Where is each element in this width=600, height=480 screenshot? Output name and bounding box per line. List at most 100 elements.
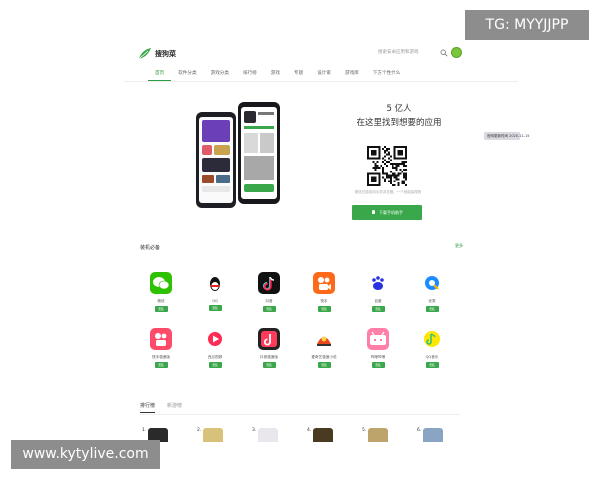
- kuaishou-icon[interactable]: [313, 272, 335, 294]
- qq-browser-icon[interactable]: [421, 272, 443, 294]
- watermark-overlay: www.kytylive.com: [11, 440, 160, 469]
- download-app-button[interactable]: 下载手机助手: [352, 205, 422, 220]
- app-name: 快手极速版: [152, 355, 170, 359]
- nav-item[interactable]: 软件分类: [171, 69, 203, 81]
- install-button[interactable]: 安装: [425, 362, 439, 368]
- novel-icon[interactable]: [313, 328, 335, 350]
- hero-subtitle: 在这里找到想要的应用: [356, 118, 442, 128]
- rank-app-icon[interactable]: [368, 428, 389, 442]
- app-card[interactable]: 爱奇艺极速小说 安装: [309, 328, 339, 368]
- web-page: 搜狗菜 搜索安卓应用和游戏 首页 软件分类 游戏分类 排行榜 游戏 专题 设计家 游戏库 下方个…: [124, 36, 529, 480]
- xigua-icon[interactable]: [204, 328, 226, 350]
- nav-item[interactable]: 游戏: [264, 69, 287, 81]
- qr-code: [367, 146, 407, 186]
- app-card[interactable]: QQ音乐安装: [417, 328, 447, 368]
- download-app-label: 下载手机助手: [379, 209, 403, 215]
- app-card[interactable]: 快手 安装: [309, 272, 339, 312]
- site-header: 搜狗菜 搜索安卓应用和游戏: [124, 46, 518, 66]
- app-card[interactable]: 优秀 安装: [417, 272, 447, 312]
- side-tag[interactable]: 官网更新时间 2020-11-15: [484, 132, 529, 140]
- ranking-item[interactable]: 2.: [197, 428, 224, 442]
- tabs-divider: [140, 414, 460, 415]
- nav-item[interactable]: 下方个性什么: [366, 69, 408, 81]
- install-button[interactable]: 安装: [262, 306, 276, 312]
- nav-item[interactable]: 设计家: [310, 69, 338, 81]
- app-name: 爱奇艺极速小说: [311, 355, 337, 359]
- nav-item[interactable]: 游戏分类: [204, 69, 236, 81]
- rank-number: 6.: [417, 428, 422, 433]
- install-button[interactable]: 安装: [208, 305, 222, 311]
- hero-title: 5 亿人: [386, 104, 412, 114]
- app-name: 西瓜视频: [207, 355, 223, 359]
- ranking-tab[interactable]: 新游榜: [167, 402, 182, 413]
- essentials-more-link[interactable]: 更多: [455, 243, 463, 249]
- install-button[interactable]: 安装: [208, 362, 222, 368]
- screenshot: 搜狗菜 搜索安卓应用和游戏 首页 软件分类 游戏分类 排行榜 游戏 专题 设计家 游戏库 下方个…: [0, 0, 600, 480]
- app-card[interactable]: 快手极速版 安装: [146, 328, 176, 368]
- app-card[interactable]: 哔哩哔哩 安装: [363, 328, 393, 368]
- app-name: 百度: [374, 299, 382, 303]
- qq-icon[interactable]: [204, 272, 226, 294]
- install-button[interactable]: 安装: [425, 306, 439, 312]
- qr-caption: 微信扫描或用手机浏览器，一个就能装搜狗: [354, 190, 422, 194]
- ranking-item[interactable]: 5.: [362, 428, 389, 442]
- ranking-item[interactable]: 3.: [252, 428, 279, 442]
- app-card[interactable]: 西瓜视频 安装: [200, 328, 230, 368]
- qq-music-icon[interactable]: [421, 328, 443, 350]
- nav-item[interactable]: 首页: [148, 69, 172, 81]
- main-nav: 首页 软件分类 游戏分类 排行榜 游戏 专题 设计家 游戏库 下方个性什么: [148, 69, 407, 81]
- app-card[interactable]: 微信 安装: [146, 272, 176, 312]
- app-name: 抖音: [265, 299, 273, 303]
- rank-app-icon[interactable]: [423, 428, 444, 442]
- rank-number: 2.: [197, 428, 202, 433]
- rank-app-icon[interactable]: [258, 428, 279, 442]
- install-button[interactable]: 安装: [371, 306, 385, 312]
- app-card[interactable]: QQ 安装: [200, 272, 230, 311]
- douyin-lite-icon[interactable]: [258, 328, 280, 350]
- ranking-list: 1. 2. 3. 4. 5. 6.: [142, 428, 462, 442]
- search-icon[interactable]: [440, 49, 448, 57]
- logo-text: 搜狗菜: [155, 50, 176, 58]
- douyin-icon[interactable]: [258, 272, 280, 294]
- app-name: 微信: [157, 299, 165, 303]
- install-button[interactable]: 安装: [262, 362, 276, 368]
- ranking-item[interactable]: 4.: [307, 428, 334, 442]
- app-card[interactable]: 抖音极速版 安装: [254, 328, 284, 368]
- ranking-item[interactable]: 6.: [417, 428, 444, 442]
- tg-overlay: TG: MYYJJPP: [465, 10, 589, 40]
- nav-item[interactable]: 游戏库: [338, 69, 366, 81]
- app-card[interactable]: 百度 安装: [363, 272, 393, 312]
- app-name: 优秀: [428, 299, 436, 303]
- rank-number: 5.: [362, 428, 367, 433]
- app-name: 抖音极速版: [260, 355, 278, 359]
- install-button[interactable]: 安装: [154, 362, 168, 368]
- app-name: QQ音乐: [425, 355, 439, 359]
- rank-number: 4.: [307, 428, 312, 433]
- bilibili-icon[interactable]: [367, 328, 389, 350]
- rank-app-icon[interactable]: [203, 428, 224, 442]
- essentials-title: 装机必备: [140, 245, 161, 251]
- wechat-icon[interactable]: [150, 272, 172, 294]
- rank-number: 3.: [252, 428, 257, 433]
- phones-illustration: [196, 102, 280, 208]
- app-card[interactable]: 抖音 安装: [254, 272, 284, 312]
- baidu-icon[interactable]: [367, 272, 389, 294]
- app-name: 快手: [320, 299, 328, 303]
- logo-leaf-icon: [138, 48, 151, 60]
- rank-number: 1.: [142, 428, 147, 433]
- install-button[interactable]: 安装: [317, 306, 331, 312]
- install-button[interactable]: 安装: [317, 362, 331, 368]
- nav-divider: [124, 81, 518, 82]
- logo[interactable]: 搜狗菜: [138, 47, 176, 61]
- nav-item[interactable]: 排行榜: [236, 69, 264, 81]
- ranking-tab[interactable]: 排行榜: [140, 402, 156, 413]
- install-button[interactable]: 安装: [154, 306, 168, 312]
- rank-app-icon[interactable]: [313, 428, 334, 442]
- nav-item[interactable]: 专题: [287, 69, 310, 81]
- android-icon: [372, 210, 375, 214]
- app-name: QQ: [212, 299, 218, 303]
- install-button[interactable]: 安装: [371, 362, 385, 368]
- kuaishou-lite-icon[interactable]: [150, 328, 172, 350]
- search-input[interactable]: 搜索安卓应用和游戏: [378, 49, 419, 55]
- avatar[interactable]: [451, 47, 462, 58]
